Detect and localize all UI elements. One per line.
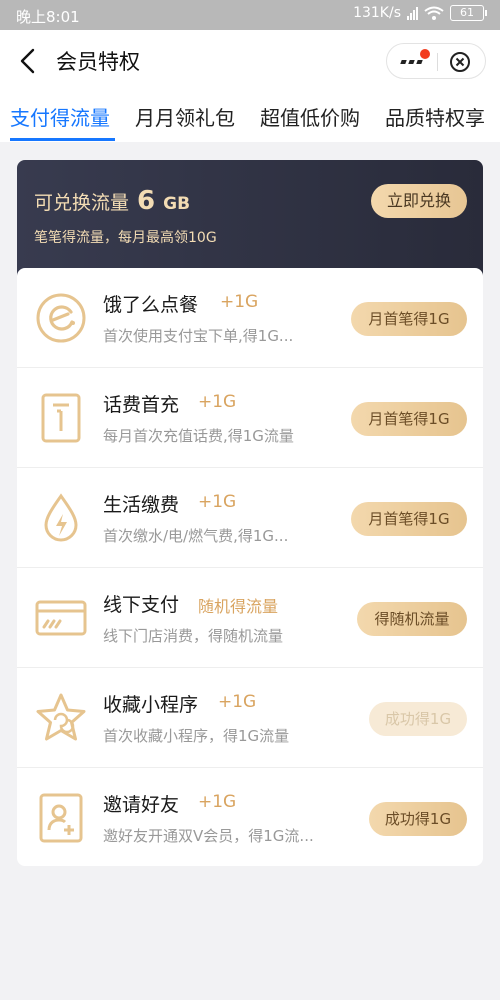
nav-bar: 会员特权	[0, 30, 500, 92]
item-action-button[interactable]: 得随机流量	[357, 602, 467, 636]
list-item-invite-friends[interactable]: 邀请好友 +1G 邀好友开通双V会员，得1G流... 成功得1G	[17, 768, 483, 868]
item-title: 话费首充	[103, 394, 180, 416]
item-bonus: +1G	[198, 792, 237, 812]
invite-user-icon	[39, 793, 83, 843]
item-desc: 首次使用支付宝下单,得1G...	[103, 327, 294, 345]
miniapp-capsule	[386, 43, 486, 79]
item-bonus: +1G	[218, 692, 257, 712]
eleme-icon	[36, 293, 86, 343]
redeem-now-button[interactable]: 立即兑换	[371, 184, 467, 218]
tab-quality-privilege[interactable]: 品质特权享	[385, 102, 485, 131]
privilege-list: 饿了么点餐 +1G 首次使用支付宝下单,得1G... 月首笔得1G 话费首充 +…	[17, 268, 483, 866]
list-item-utility-payment[interactable]: 生活缴费 +1G 首次缴水/电/燃气费,得1G... 月首笔得1G	[17, 468, 483, 568]
item-action-button[interactable]: 月首笔得1G	[351, 302, 467, 336]
wifi-icon	[424, 6, 444, 20]
list-item-eleme[interactable]: 饿了么点餐 +1G 首次使用支付宝下单,得1G... 月首笔得1G	[17, 268, 483, 368]
tab-pay-traffic[interactable]: 支付得流量	[10, 102, 110, 131]
item-title: 邀请好友	[103, 794, 180, 816]
network-speed: 131K/s	[353, 5, 401, 21]
list-item-phone-recharge[interactable]: 话费首充 +1G 每月首次充值话费,得1G流量 月首笔得1G	[17, 368, 483, 468]
phone-icon	[41, 393, 81, 443]
close-target-icon[interactable]	[449, 51, 471, 73]
list-item-offline-payment[interactable]: 线下支付 随机得流量 线下门店消费，得随机流量 得随机流量	[17, 568, 483, 668]
tab-monthly-gift[interactable]: 月月领礼包	[135, 102, 235, 131]
redeemable-label: 可兑换流量	[34, 192, 130, 214]
item-title: 线下支付	[103, 594, 180, 616]
item-desc: 首次收藏小程序，得1G流量	[103, 727, 290, 745]
more-dots-icon[interactable]	[400, 60, 423, 64]
utility-drop-icon	[44, 493, 78, 542]
item-bonus: +1G	[220, 292, 259, 312]
star-miniapp-icon	[36, 693, 86, 741]
notification-badge	[420, 49, 430, 59]
tab-bar: 支付得流量 月月领礼包 超值低价购 品质特权享	[0, 92, 500, 142]
item-bonus: 随机得流量	[198, 597, 279, 616]
item-desc: 每月首次充值话费,得1G流量	[103, 427, 294, 445]
status-time: 晚上8:01	[16, 8, 80, 26]
card-icon	[35, 600, 87, 636]
redeemable-traffic: 可兑换流量 6 GB	[34, 186, 190, 216]
battery-icon: 61	[450, 5, 487, 21]
traffic-amount: 6	[137, 186, 156, 216]
status-bar: 晚上8:01 131K/s 61	[0, 0, 500, 30]
item-desc: 线下门店消费，得随机流量	[103, 627, 284, 645]
item-desc: 首次缴水/电/燃气费,得1G...	[103, 527, 289, 545]
item-action-button[interactable]: 成功得1G	[369, 802, 467, 836]
item-title: 收藏小程序	[103, 694, 199, 716]
active-tab-indicator	[10, 138, 115, 141]
item-bonus: +1G	[198, 492, 237, 512]
traffic-summary-card: 可兑换流量 6 GB 笔笔得流量，每月最高领10G 立即兑换	[17, 160, 483, 280]
traffic-unit: GB	[163, 194, 191, 214]
item-desc: 邀好友开通双V会员，得1G流...	[103, 827, 314, 845]
signal-icon	[407, 6, 418, 20]
tab-low-price[interactable]: 超值低价购	[260, 102, 360, 131]
item-title: 饿了么点餐	[103, 294, 199, 316]
item-action-button[interactable]: 成功得1G	[369, 702, 467, 736]
item-bonus: +1G	[198, 392, 237, 412]
item-action-button[interactable]: 月首笔得1G	[351, 502, 467, 536]
status-right: 131K/s 61	[353, 5, 487, 21]
back-arrow-icon[interactable]	[16, 47, 40, 75]
traffic-subtitle: 笔笔得流量，每月最高领10G	[34, 230, 217, 246]
page-title: 会员特权	[56, 50, 140, 74]
item-action-button[interactable]: 月首笔得1G	[351, 402, 467, 436]
item-title: 生活缴费	[103, 494, 180, 516]
list-item-favorite-miniapp[interactable]: 收藏小程序 +1G 首次收藏小程序，得1G流量 成功得1G	[17, 668, 483, 768]
capsule-divider	[437, 53, 438, 71]
